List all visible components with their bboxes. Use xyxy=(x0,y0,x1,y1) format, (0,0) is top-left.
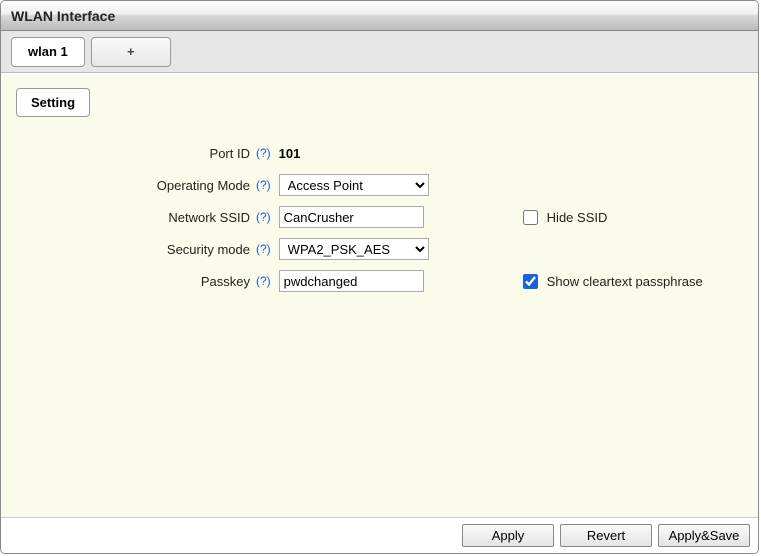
hide-ssid-group: Hide SSID xyxy=(519,207,608,228)
help-passkey-icon[interactable]: (?) xyxy=(256,274,279,288)
help-network-ssid-icon[interactable]: (?) xyxy=(256,210,279,224)
panel-header: WLAN Interface xyxy=(1,1,758,31)
row-security-mode: Security mode (?) WPA2_PSK_AES xyxy=(26,233,743,265)
label-network-ssid: Network SSID xyxy=(26,210,256,225)
label-show-cleartext: Show cleartext passphrase xyxy=(547,274,703,289)
select-security-mode[interactable]: WPA2_PSK_AES xyxy=(279,238,429,260)
help-port-id-icon[interactable]: (?) xyxy=(256,146,279,160)
label-port-id: Port ID xyxy=(26,146,256,161)
help-security-mode-icon[interactable]: (?) xyxy=(256,242,279,256)
add-wlan-button[interactable]: + xyxy=(91,37,171,67)
row-operating-mode: Operating Mode (?) Access Point xyxy=(26,169,743,201)
wlan-interface-panel: WLAN Interface wlan 1 + Setting Port ID … xyxy=(0,0,759,554)
checkbox-hide-ssid[interactable] xyxy=(523,210,538,225)
apply-button[interactable]: Apply xyxy=(462,524,554,547)
footer-bar: Apply Revert Apply&Save xyxy=(1,517,758,553)
wlan-tabstrip: wlan 1 + xyxy=(1,31,758,73)
input-network-ssid[interactable] xyxy=(279,206,424,228)
tab-setting[interactable]: Setting xyxy=(16,88,90,117)
row-network-ssid: Network SSID (?) Hide SSID xyxy=(26,201,743,233)
label-operating-mode: Operating Mode xyxy=(26,178,256,193)
select-operating-mode[interactable]: Access Point xyxy=(279,174,429,196)
value-port-id: 101 xyxy=(279,146,439,161)
label-passkey: Passkey xyxy=(26,274,256,289)
revert-button[interactable]: Revert xyxy=(560,524,652,547)
panel-title: WLAN Interface xyxy=(11,8,115,24)
subtab-row: Setting xyxy=(16,88,743,117)
checkbox-show-cleartext[interactable] xyxy=(523,274,538,289)
row-port-id: Port ID (?) 101 xyxy=(26,137,743,169)
content-area: Setting Port ID (?) 101 Operating Mode (… xyxy=(2,74,757,517)
show-cleartext-group: Show cleartext passphrase xyxy=(519,271,703,292)
tab-wlan1[interactable]: wlan 1 xyxy=(11,37,85,67)
settings-form: Port ID (?) 101 Operating Mode (?) Acces… xyxy=(26,137,743,297)
input-passkey[interactable] xyxy=(279,270,424,292)
help-operating-mode-icon[interactable]: (?) xyxy=(256,178,279,192)
label-hide-ssid: Hide SSID xyxy=(547,210,608,225)
row-passkey: Passkey (?) Show cleartext passphrase xyxy=(26,265,743,297)
label-security-mode: Security mode xyxy=(26,242,256,257)
apply-save-button[interactable]: Apply&Save xyxy=(658,524,750,547)
